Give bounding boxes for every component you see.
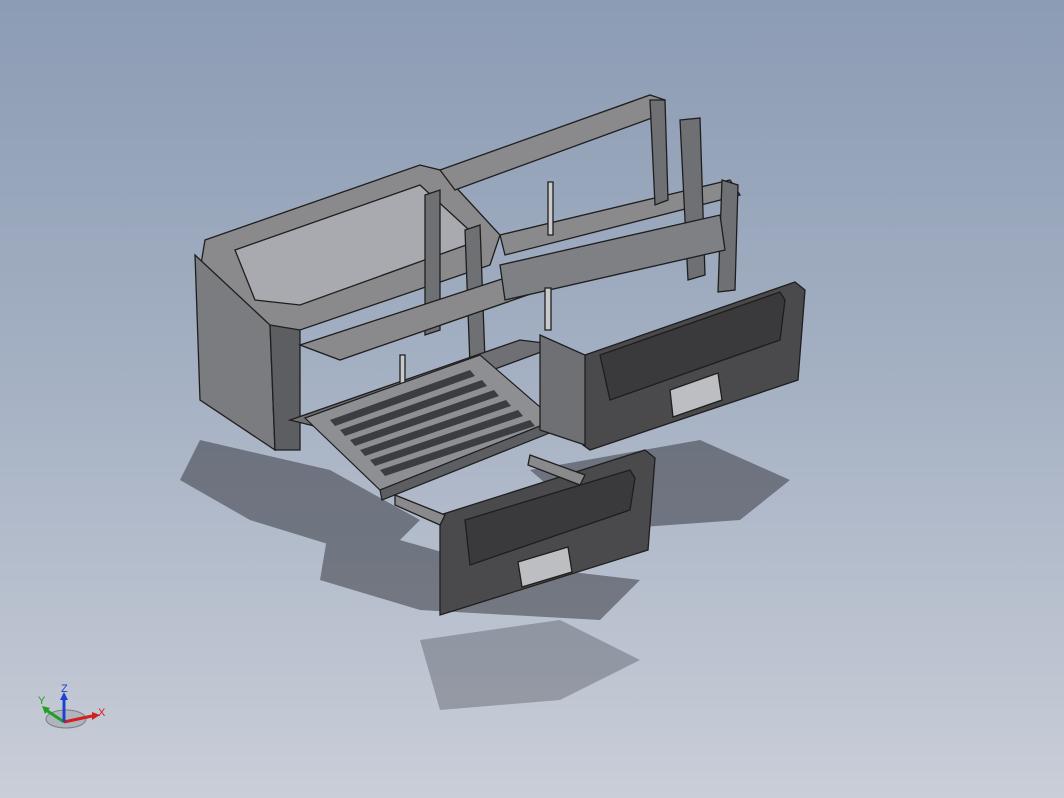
x-axis-label: X <box>98 707 106 719</box>
model-render[interactable] <box>0 0 1064 798</box>
z-axis-label: Z <box>61 683 68 695</box>
drawer-front-right[interactable] <box>539 281 806 451</box>
axis-triad: X Y Z <box>30 684 120 744</box>
triad-graphic <box>42 692 100 729</box>
y-axis-label: Y <box>38 695 46 707</box>
graphics-viewport[interactable]: X Y Z <box>0 0 1064 798</box>
